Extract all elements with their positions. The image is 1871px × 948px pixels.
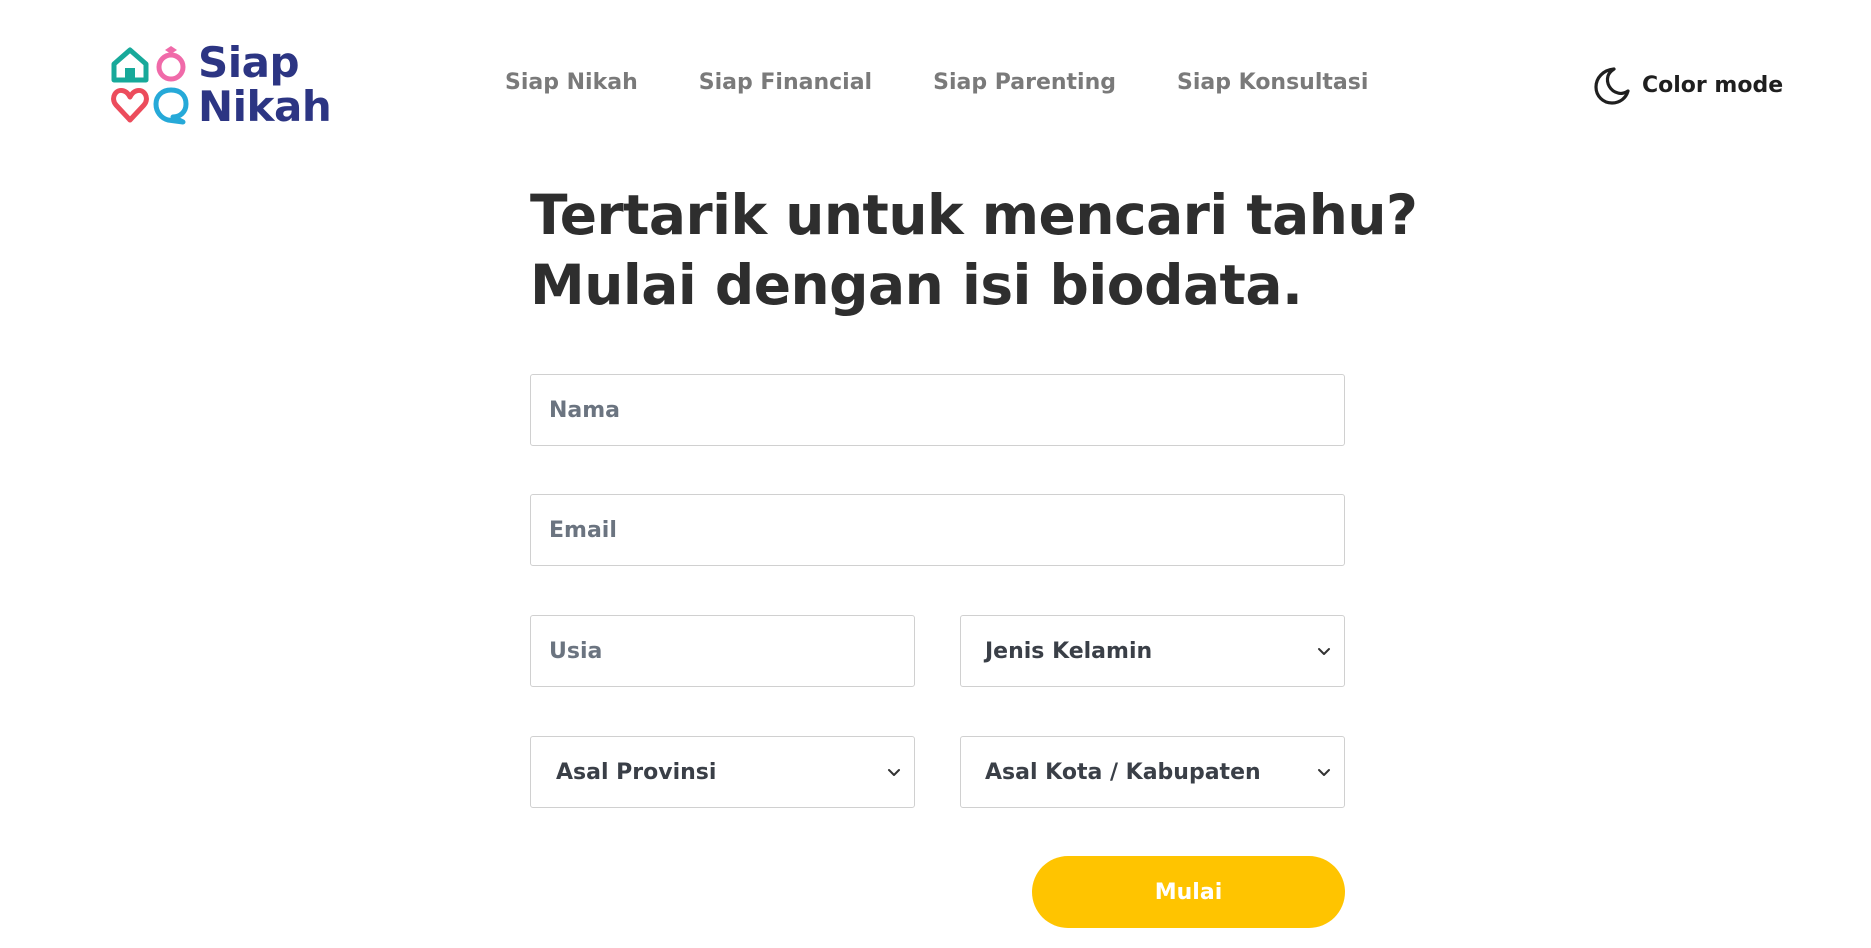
city-select-value: Asal Kota / Kabupaten — [985, 759, 1261, 785]
nav-link-siap-parenting[interactable]: Siap Parenting — [933, 70, 1116, 95]
name-input[interactable] — [530, 374, 1345, 446]
heading-line-2: Mulai dengan isi biodata. — [530, 253, 1303, 317]
page: Siap Nikah Siap Nikah Siap Financial Sia… — [0, 0, 1871, 948]
gender-select-value: Jenis Kelamin — [985, 638, 1153, 664]
email-input[interactable] — [530, 494, 1345, 566]
nav-link-siap-financial[interactable]: Siap Financial — [699, 70, 872, 95]
logo-text-line2: Nikah — [198, 82, 332, 131]
start-button[interactable]: Mulai — [1032, 856, 1345, 928]
moon-icon — [1594, 67, 1630, 105]
chevron-down-icon — [1318, 648, 1330, 655]
province-select[interactable]: Asal Provinsi — [530, 736, 915, 808]
city-select[interactable]: Asal Kota / Kabupaten — [960, 736, 1345, 808]
heading-line-1: Tertarik untuk mencari tahu? — [530, 183, 1418, 247]
color-mode-label: Color mode — [1642, 72, 1784, 98]
chevron-down-icon — [888, 769, 900, 776]
age-input[interactable] — [530, 615, 915, 687]
main-nav: Siap Nikah Siap Financial Siap Parenting… — [505, 70, 1368, 95]
province-select-value: Asal Provinsi — [556, 759, 717, 785]
nav-link-siap-nikah[interactable]: Siap Nikah — [505, 70, 638, 95]
gender-select[interactable]: Jenis Kelamin — [960, 615, 1345, 687]
logo[interactable]: Siap Nikah — [110, 40, 340, 130]
color-mode-toggle[interactable]: Color mode — [1590, 64, 1783, 106]
chevron-down-icon — [1318, 769, 1330, 776]
logo-text-line1: Siap — [198, 38, 300, 87]
nav-link-siap-konsultasi[interactable]: Siap Konsultasi — [1177, 70, 1368, 95]
logo-mark-icon — [111, 46, 189, 125]
logo-text: Siap Nikah — [198, 38, 332, 131]
page-heading: Tertarik untuk mencari tahu? Mulai denga… — [530, 180, 1418, 320]
